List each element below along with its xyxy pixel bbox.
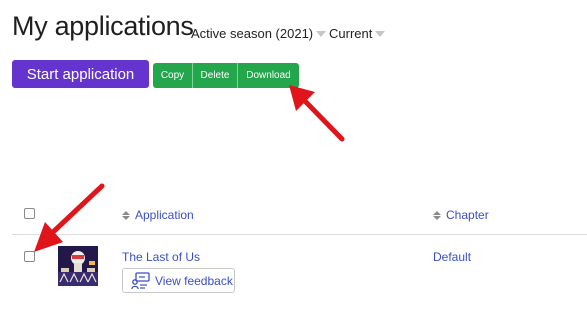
sort-icon: [122, 210, 130, 220]
view-feedback-button[interactable]: View feedback: [122, 268, 235, 293]
table-header-divider: [12, 234, 587, 235]
presentation-person-icon: [131, 271, 150, 289]
download-button[interactable]: Download: [237, 63, 299, 88]
chapter-link[interactable]: Default: [433, 250, 471, 264]
column-header-chapter[interactable]: Chapter: [433, 208, 489, 222]
season-filter-dropdown[interactable]: Active season (2021): [191, 26, 327, 41]
season-filter-label: Active season (2021): [191, 26, 314, 41]
column-header-chapter-label: Chapter: [446, 208, 489, 222]
column-header-application-label: Application: [135, 208, 194, 222]
row-checkbox[interactable]: [24, 251, 35, 262]
page-title: My applications: [12, 11, 194, 41]
sort-icon: [433, 210, 441, 220]
application-title-link[interactable]: The Last of Us: [122, 250, 200, 264]
delete-button[interactable]: Delete: [192, 63, 237, 88]
chevron-down-icon: [375, 31, 386, 37]
chevron-down-icon: [316, 31, 327, 37]
status-filter-label: Current: [329, 26, 373, 41]
select-all-checkbox[interactable]: [24, 208, 35, 219]
view-feedback-label: View feedback: [155, 273, 233, 288]
status-filter-dropdown[interactable]: Current: [329, 26, 386, 41]
start-application-button[interactable]: Start application: [12, 60, 149, 88]
thumbnail-image: [58, 246, 98, 286]
bulk-actions-group: Copy Delete Download: [153, 63, 299, 88]
column-header-application[interactable]: Application: [122, 208, 194, 222]
application-thumbnail: [58, 246, 98, 286]
copy-button[interactable]: Copy: [153, 63, 192, 88]
